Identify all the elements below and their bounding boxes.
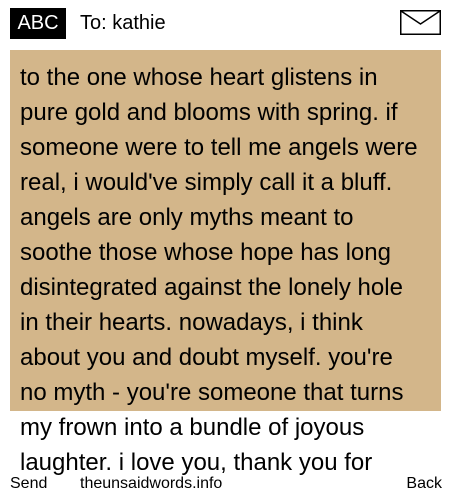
back-softkey[interactable]: Back — [406, 474, 442, 494]
input-mode-badge[interactable]: ABC — [10, 8, 66, 39]
recipient-field[interactable]: To: kathie — [80, 10, 166, 36]
message-body[interactable]: to the one whose heart glistens in pure … — [20, 60, 425, 480]
send-softkey[interactable]: Send — [10, 474, 47, 494]
envelope-icon — [400, 10, 441, 35]
center-softkey: theunsaidwords.info — [80, 475, 223, 492]
